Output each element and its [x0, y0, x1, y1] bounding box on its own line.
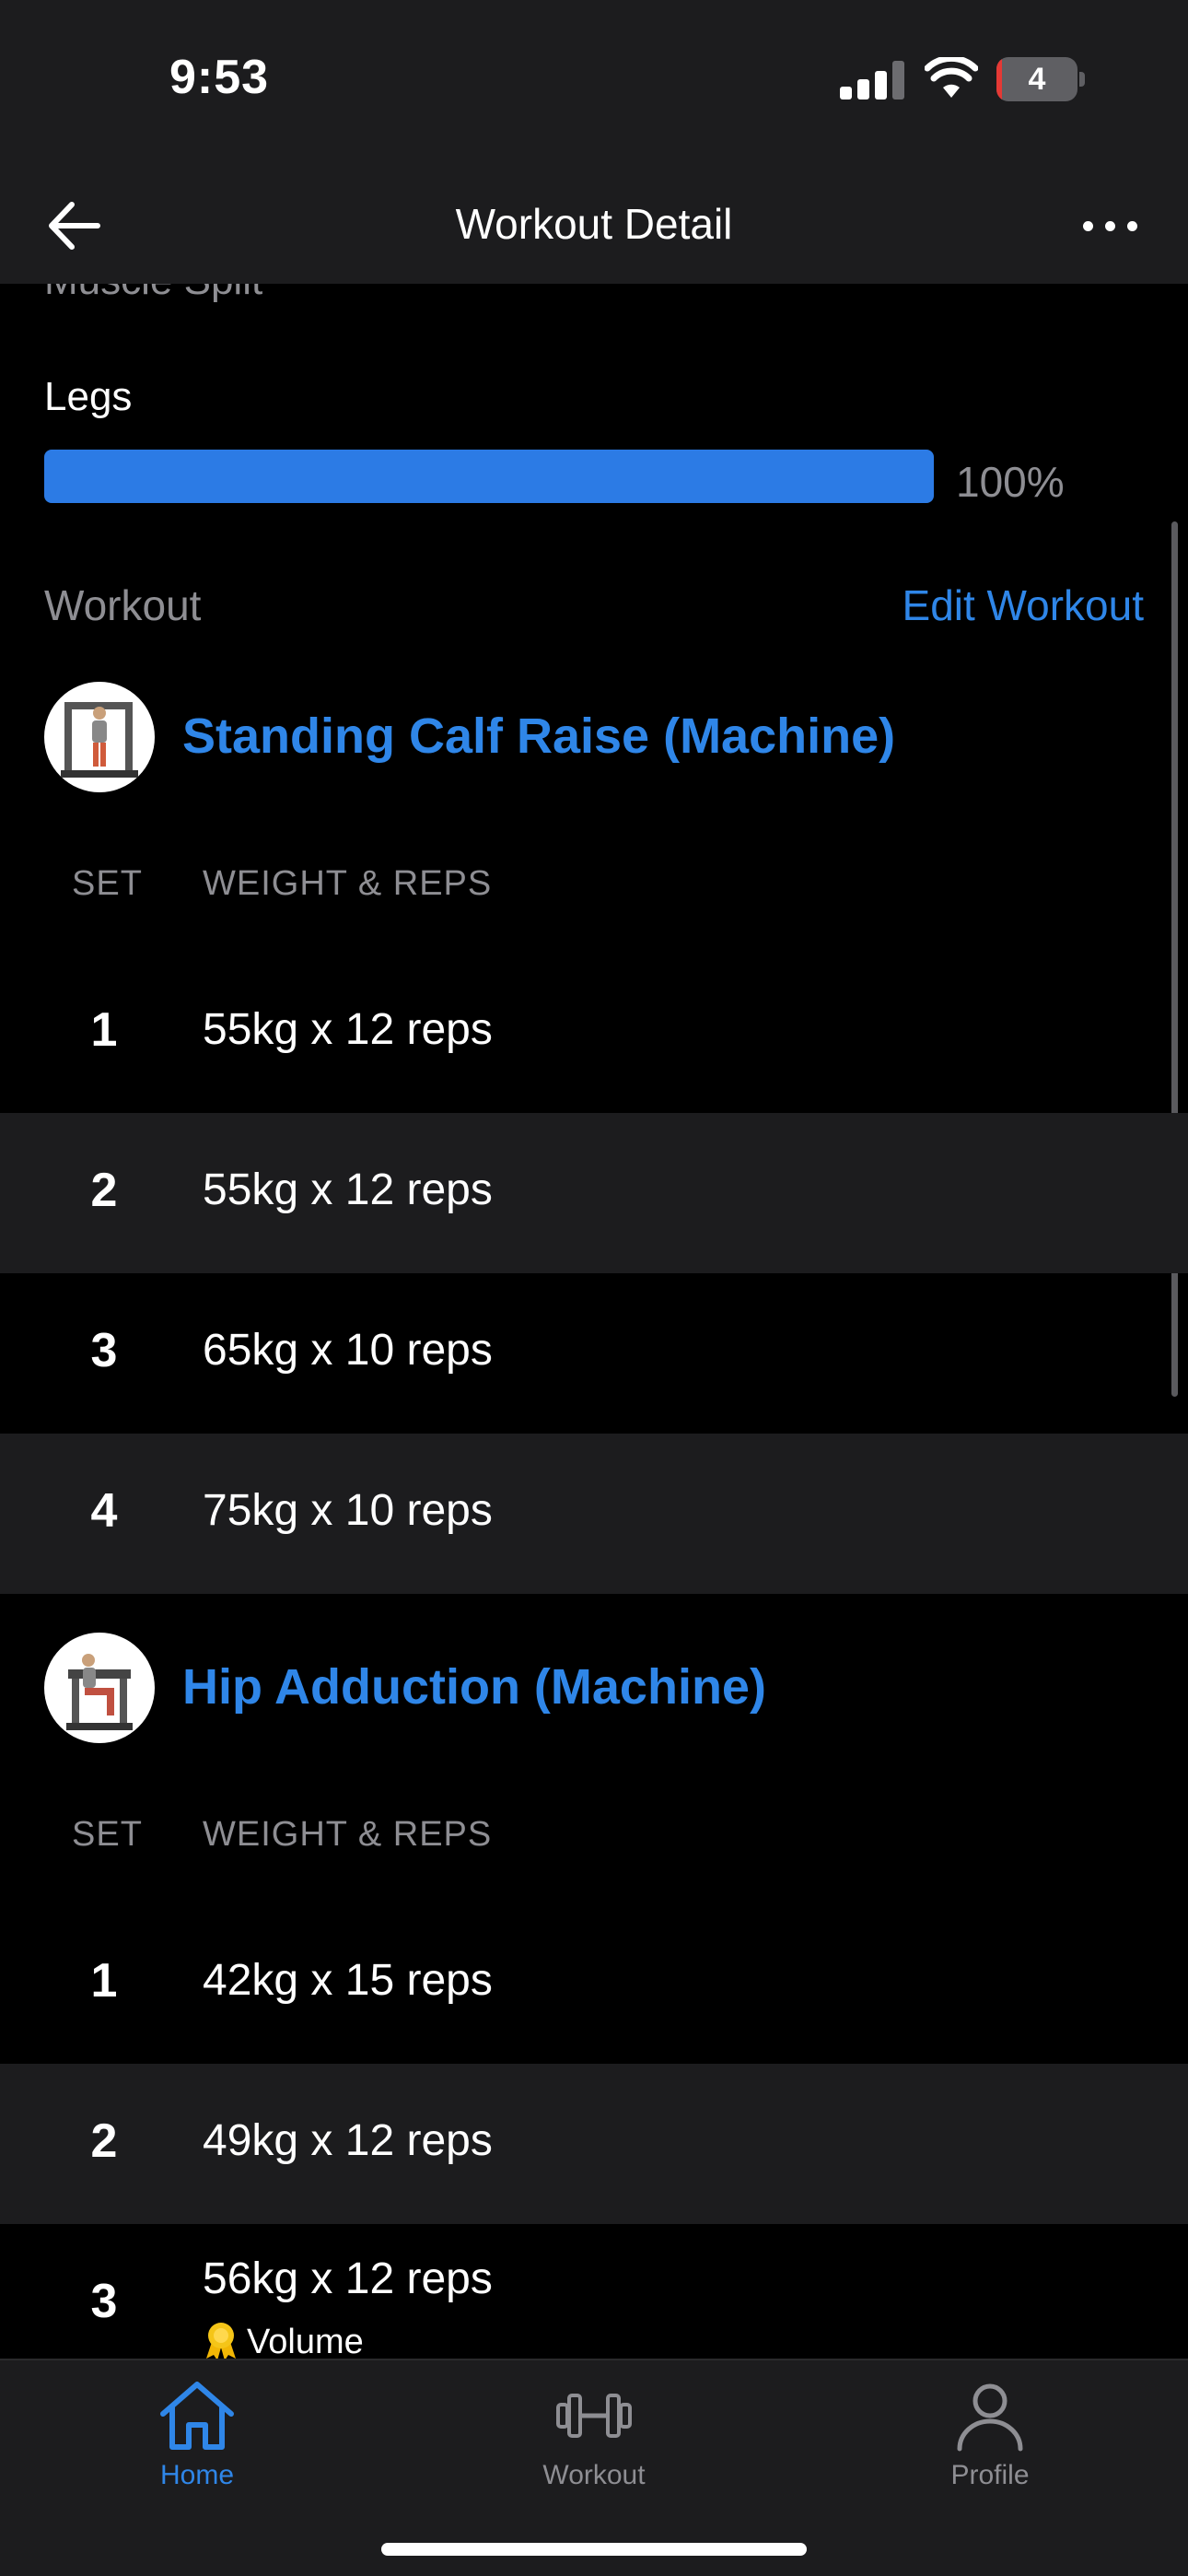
set-number: 2	[90, 1164, 118, 1217]
page-title: Workout Detail	[455, 200, 733, 248]
battery-icon: 4	[996, 57, 1085, 101]
set-number: 4	[90, 1484, 118, 1538]
home-icon	[160, 2382, 234, 2450]
tab-home[interactable]: Home	[96, 2379, 298, 2517]
set-row: 2 49kg x 12 reps	[0, 2064, 1188, 2224]
status-bar: 9:53 4	[0, 0, 1188, 166]
workout-section-label: Workout	[44, 581, 202, 629]
set-row: 3 56kg x 12 reps Volume	[0, 2224, 1188, 2359]
set-weight-reps: 55kg x 12 reps	[203, 1005, 493, 1054]
tab-workout-label: Workout	[542, 2460, 646, 2490]
set-weight-reps: 49kg x 12 reps	[203, 2116, 493, 2165]
weight-reps-column-label: WEIGHT & REPS	[203, 864, 493, 903]
set-weight-reps: 56kg x 12 reps	[203, 2254, 493, 2303]
set-number: 3	[90, 1324, 118, 1377]
tab-profile[interactable]: Profile	[889, 2379, 1091, 2517]
set-number: 1	[90, 1954, 118, 2008]
set-weight-reps: 65kg x 10 reps	[203, 1326, 493, 1375]
personal-record-label: Volume	[247, 2323, 364, 2359]
workout-detail-content[interactable]: Muscle Split Legs 100% Workout Edit Work…	[0, 284, 1188, 2359]
wifi-icon	[925, 57, 978, 98]
battery-level: 4	[1028, 62, 1046, 97]
exercise-header[interactable]: Standing Calf Raise (Machine)	[0, 682, 1188, 796]
exercise-title[interactable]: Standing Calf Raise (Machine)	[182, 708, 895, 765]
set-number: 3	[90, 2275, 118, 2328]
sets-column-header: SET WEIGHT & REPS	[0, 855, 1188, 910]
set-weight-reps: 55kg x 12 reps	[203, 1165, 493, 1214]
set-row: 2 55kg x 12 reps	[0, 1113, 1188, 1273]
sets-column-header: SET WEIGHT & REPS	[0, 1806, 1188, 1861]
exercise-header[interactable]: Hip Adduction (Machine)	[0, 1633, 1188, 1747]
ellipsis-icon	[1083, 221, 1093, 231]
set-number: 2	[90, 2114, 118, 2168]
tab-profile-label: Profile	[950, 2460, 1030, 2490]
status-time: 9:53	[169, 51, 270, 104]
split-percent: 100%	[956, 458, 1065, 506]
exercise-title[interactable]: Hip Adduction (Machine)	[182, 1658, 766, 1715]
more-button[interactable]	[1077, 203, 1144, 249]
split-item-name: Legs	[44, 374, 133, 419]
calf-raise-machine-thumbnail	[44, 682, 155, 792]
hip-adduction-machine-thumbnail	[44, 1633, 155, 1743]
split-progress-bar	[44, 450, 934, 503]
set-row: 1 55kg x 12 reps	[0, 953, 1188, 1113]
muscle-split-label: Muscle Split	[44, 284, 262, 304]
set-weight-reps: 75kg x 10 reps	[203, 1486, 493, 1535]
set-column-label: SET	[72, 864, 143, 903]
weight-reps-column-label: WEIGHT & REPS	[203, 1815, 493, 1854]
set-row: 3 65kg x 10 reps	[0, 1273, 1188, 1434]
profile-icon	[957, 2383, 1023, 2452]
personal-record-tag: Volume	[203, 2320, 364, 2359]
nav-bar: Workout Detail	[0, 166, 1188, 284]
tab-workout[interactable]: Workout	[493, 2379, 695, 2517]
set-number: 1	[90, 1003, 118, 1057]
set-weight-reps: 42kg x 15 reps	[203, 1956, 493, 2005]
medal-icon	[206, 2323, 236, 2359]
set-row: 4 75kg x 10 reps	[0, 1434, 1188, 1594]
set-column-label: SET	[72, 1815, 143, 1854]
signal-icon	[840, 61, 904, 100]
set-row: 1 42kg x 15 reps	[0, 1903, 1188, 2064]
tab-home-label: Home	[159, 2460, 235, 2490]
dumbbell-icon	[556, 2394, 632, 2438]
home-indicator[interactable]	[381, 2543, 807, 2556]
edit-workout-button[interactable]: Edit Workout	[903, 580, 1144, 630]
